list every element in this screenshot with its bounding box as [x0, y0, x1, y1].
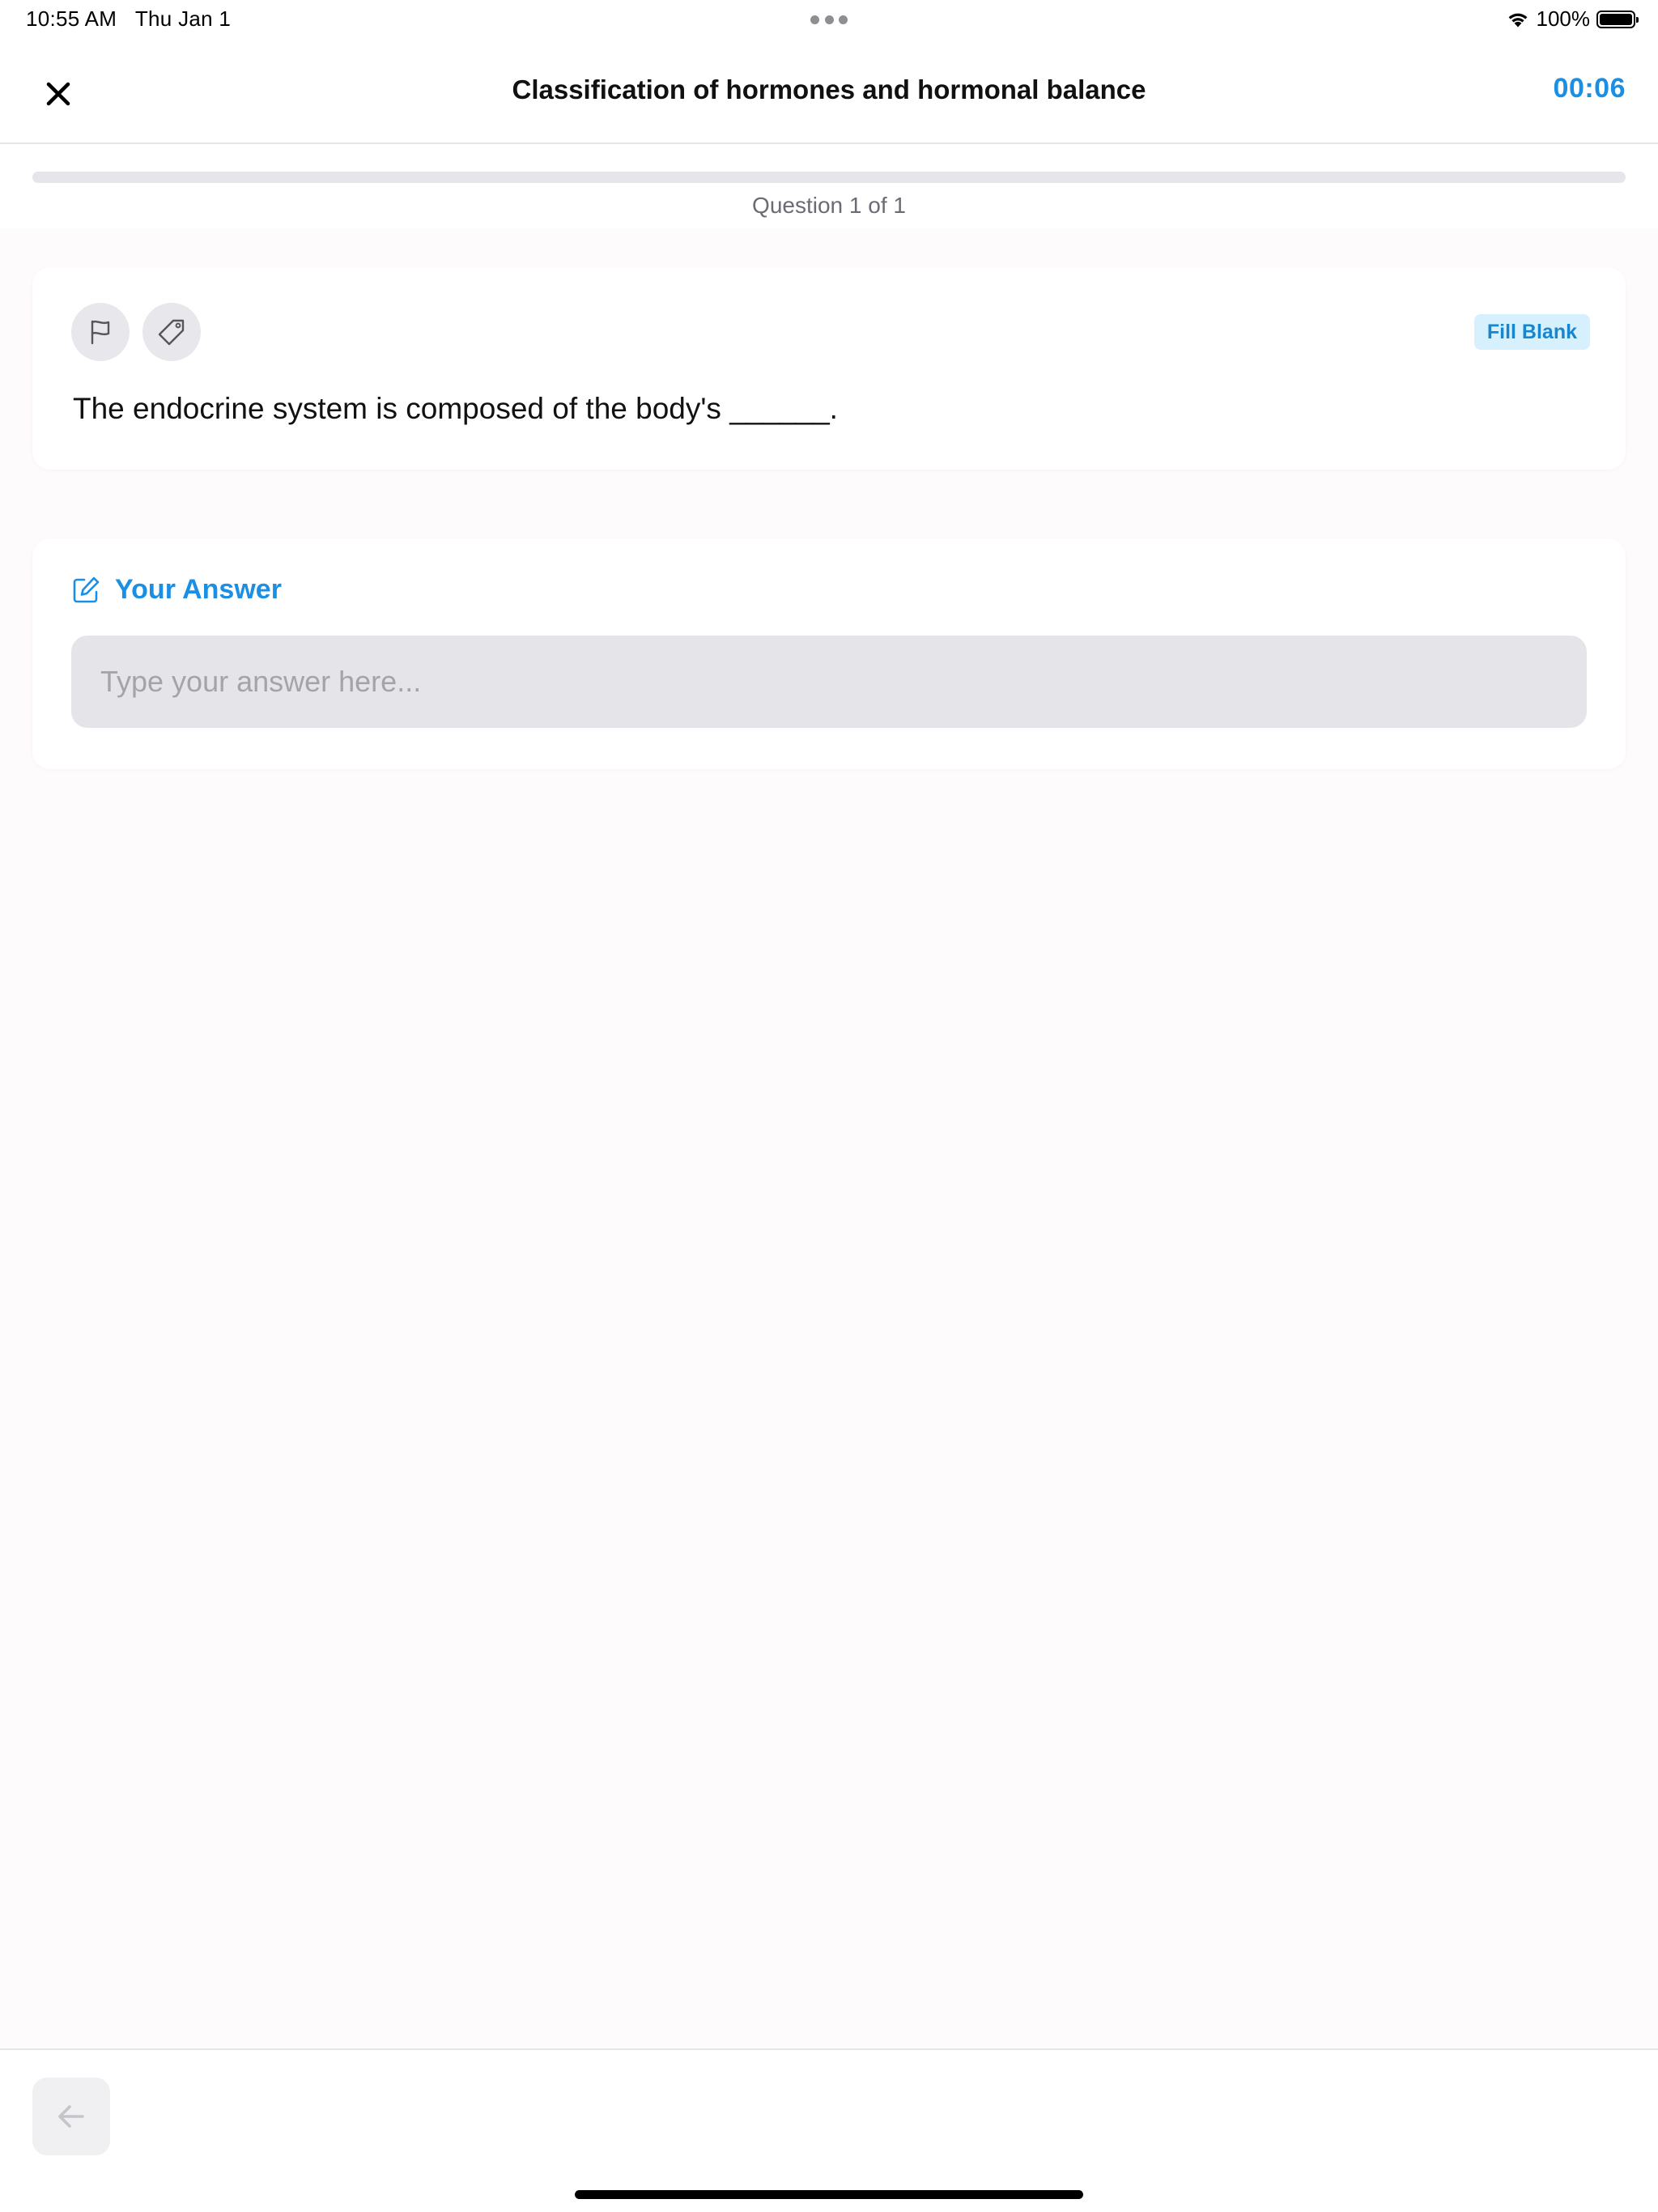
tag-icon	[158, 319, 185, 346]
flag-button[interactable]	[71, 303, 130, 361]
arrow-left-icon	[58, 2105, 84, 2128]
status-time-date: 10:55 AM Thu Jan 1	[26, 6, 231, 32]
bottom-navigation	[0, 2048, 1658, 2212]
status-date: Thu Jan 1	[134, 6, 232, 31]
battery-percent: 100%	[1536, 6, 1591, 31]
answer-header: Your Answer	[71, 574, 282, 606]
question-counter: Question 1 of 1	[752, 193, 906, 218]
question-text: The endocrine system is composed of the …	[73, 392, 838, 425]
tag-button[interactable]	[142, 303, 201, 361]
edit-icon	[73, 576, 100, 602]
flag-icon	[91, 320, 110, 345]
battery-icon	[1596, 10, 1639, 28]
answer-input[interactable]	[71, 636, 1587, 728]
question-type-badge: Fill Blank	[1473, 314, 1590, 350]
progress-bar	[32, 172, 1626, 183]
answer-label: Your Answer	[115, 574, 282, 605]
quiz-header: Classification of hormones and hormonal …	[0, 39, 1658, 144]
quiz-timer: 00:06	[1553, 73, 1626, 104]
previous-question-button[interactable]	[32, 2078, 110, 2155]
answer-card: Your Answer	[32, 538, 1626, 769]
more-dots-icon[interactable]	[810, 15, 848, 25]
page-title: Classification of hormones and hormonal …	[512, 74, 1146, 104]
question-card: Fill Blank The endocrine system is compo…	[32, 267, 1626, 470]
wifi-icon	[1508, 13, 1527, 27]
home-indicator	[575, 2190, 1083, 2199]
status-bar: 10:55 AM Thu Jan 1 100%	[0, 0, 1658, 39]
status-time: 10:55 AM	[26, 6, 117, 31]
status-indicators: 100%	[1506, 6, 1639, 32]
progress-fill	[32, 172, 1626, 183]
progress-section: Question 1 of 1	[0, 144, 1658, 228]
